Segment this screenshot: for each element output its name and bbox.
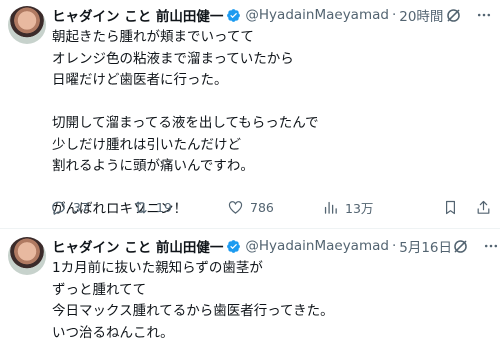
tweet-line: いつ治るねんこれ。: [52, 323, 490, 344]
reply-count: 37: [73, 200, 89, 215]
author-handle[interactable]: @HyadainMaeyamad: [245, 238, 389, 254]
bookmark-icon[interactable]: [442, 199, 459, 216]
verified-badge-icon: [226, 8, 241, 23]
like-icon: [227, 199, 244, 216]
separator-dot: ·: [392, 238, 396, 254]
like-count: 786: [250, 200, 274, 215]
grok-icon[interactable]: [452, 238, 469, 255]
reply-icon: [50, 199, 67, 216]
tweet-actions: 37 19 786 13万: [50, 196, 492, 218]
author-name[interactable]: ヒャダイン こと 前山田健一: [52, 236, 223, 256]
separator-dot: ·: [392, 7, 396, 23]
tweet-line: 切開して溜まってる液を出してもらったんで: [52, 113, 490, 135]
tweet-line: 日曜だけど歯医者に行った。: [52, 70, 490, 92]
tweet[interactable]: ヒャダイン こと 前山田健一 @HyadainMaeyamad · 20時間 朝…: [0, 0, 500, 229]
views-count: 13万: [345, 198, 373, 217]
views-icon: [322, 199, 339, 216]
author-handle[interactable]: @HyadainMaeyamad: [245, 7, 389, 23]
retweet-button[interactable]: 19: [132, 199, 227, 216]
views-button[interactable]: 13万: [322, 198, 417, 217]
grok-icon[interactable]: [445, 7, 462, 24]
avatar[interactable]: [8, 237, 46, 275]
tweet-header: ヒャダイン こと 前山田健一 @HyadainMaeyamad · 5月16日: [52, 235, 492, 257]
tweet-text: 1カ月前に抜いた親知らずの歯茎が ずっと腫れてて 今日マックス腫れてるから歯医者…: [52, 258, 490, 344]
tweet-text: 朝起きたら腫れが頬までいってて オレンジ色の粘液まで溜まっていたから 日曜だけど…: [52, 27, 490, 221]
author-name[interactable]: ヒャダイン こと 前山田健一: [52, 5, 223, 25]
more-icon[interactable]: [483, 238, 499, 254]
avatar[interactable]: [8, 6, 46, 44]
tweet-line: 今日マックス腫れてるから歯医者行ってきた。: [52, 301, 490, 323]
tweet-line: ずっと腫れてて: [52, 280, 490, 302]
like-button[interactable]: 786: [227, 199, 322, 216]
tweet-line-blank: [52, 92, 490, 114]
reply-button[interactable]: 37: [50, 199, 132, 216]
share-icon[interactable]: [475, 199, 492, 216]
timestamp[interactable]: 20時間: [399, 5, 443, 25]
tweet-header: ヒャダイン こと 前山田健一 @HyadainMaeyamad · 20時間: [52, 4, 492, 26]
more-icon[interactable]: [476, 7, 492, 23]
tweet-line: オレンジ色の粘液まで溜まっていたから: [52, 49, 490, 71]
tweet-line: 1カ月前に抜いた親知らずの歯茎が: [52, 258, 490, 280]
tweet-line: 朝起きたら腫れが頬までいってて: [52, 27, 490, 49]
verified-badge-icon: [226, 239, 241, 254]
tweet-line: 割れるように頭が痛いんですわ。: [52, 156, 490, 178]
tweet[interactable]: ヒャダイン こと 前山田健一 @HyadainMaeyamad · 5月16日 …: [0, 229, 500, 338]
tweet-line: 少しだけ腫れは引いたんだけど: [52, 135, 490, 157]
timestamp[interactable]: 5月16日: [399, 236, 452, 256]
retweet-icon: [132, 199, 150, 216]
retweet-count: 19: [156, 200, 172, 215]
